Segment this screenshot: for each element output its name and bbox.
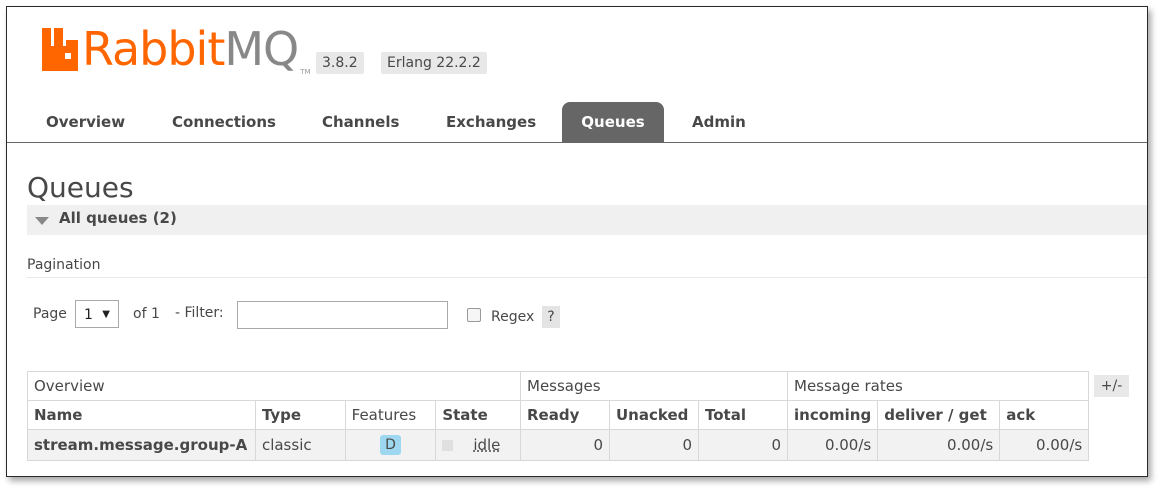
rabbitmq-version-badge: 3.8.2	[316, 52, 364, 74]
main-nav: Overview Connections Channels Exchanges …	[7, 102, 1147, 143]
page-title: Queues	[27, 171, 134, 204]
page-select[interactable]: 1 ▼	[75, 300, 119, 328]
logo-word-mq: MQ	[224, 22, 299, 76]
col-unacked[interactable]: Unacked	[609, 400, 699, 430]
logo-word-rabbit: Rabbit	[82, 22, 225, 76]
tab-exchanges[interactable]: Exchanges	[429, 102, 553, 142]
col-type[interactable]: Type	[254, 400, 346, 430]
browser-frame: RabbitMQ TM 3.8.2 Erlang 22.2.2 Overview…	[6, 6, 1148, 477]
queue-features: D	[344, 429, 437, 461]
col-features[interactable]: Features	[344, 400, 437, 430]
regex-label: Regex	[491, 309, 535, 325]
erlang-version-badge: Erlang 22.2.2	[381, 52, 487, 74]
queues-table: Overview Messages Message rates Name Typ…	[27, 371, 1090, 461]
state-label: idle	[473, 436, 501, 454]
rabbitmq-logo[interactable]: RabbitMQ TM	[40, 22, 311, 76]
queue-name-link[interactable]: stream.message.group-A	[27, 429, 256, 461]
regex-help-button[interactable]: ?	[542, 306, 560, 328]
state-indicator-icon	[442, 440, 454, 451]
pagination-divider	[27, 277, 1147, 278]
messages-unacked: 0	[609, 429, 699, 461]
col-state[interactable]: State	[435, 400, 521, 430]
messages-ready: 0	[520, 429, 610, 461]
page-label: Page	[33, 306, 67, 322]
col-name[interactable]: Name	[27, 400, 256, 430]
tab-connections[interactable]: Connections	[155, 102, 293, 142]
group-messages: Messages	[520, 371, 788, 401]
header: RabbitMQ TM 3.8.2 Erlang 22.2.2 Overview…	[7, 7, 1147, 143]
group-overview: Overview	[27, 371, 521, 401]
all-queues-section-toggle[interactable]: All queues (2)	[27, 205, 1147, 236]
queue-type: classic	[254, 429, 346, 461]
tab-queues[interactable]: Queues	[562, 102, 664, 142]
dropdown-arrow-icon: ▼	[102, 309, 110, 320]
pagination-label: Pagination	[27, 257, 101, 273]
col-deliver-get[interactable]: deliver / get	[877, 400, 1001, 430]
col-total[interactable]: Total	[698, 400, 788, 430]
page-select-value: 1	[84, 307, 93, 323]
tab-channels[interactable]: Channels	[305, 102, 416, 142]
all-queues-label: All queues (2)	[59, 209, 177, 227]
durable-feature-badge: D	[380, 435, 401, 455]
trademark-mark: TM	[300, 68, 311, 76]
group-message-rates: Message rates	[786, 371, 1090, 401]
page-count-label: of 1	[133, 306, 160, 322]
rabbit-logo-icon	[40, 26, 80, 73]
table-column-header-row: Name Type Features State Ready Unacked T…	[27, 400, 1090, 430]
rate-incoming: 0.00/s	[786, 429, 879, 461]
col-ready[interactable]: Ready	[520, 400, 610, 430]
filter-input[interactable]	[237, 301, 448, 329]
logo-wordmark: RabbitMQ	[82, 22, 299, 76]
col-incoming[interactable]: incoming	[786, 400, 879, 430]
table-group-header-row: Overview Messages Message rates	[27, 371, 1090, 401]
filter-label: - Filter:	[175, 305, 224, 321]
toggle-columns-button[interactable]: +/-	[1094, 375, 1129, 397]
queue-state: idle	[435, 429, 521, 461]
regex-checkbox[interactable]	[467, 308, 481, 322]
collapse-triangle-icon	[35, 217, 49, 225]
rate-deliver-get: 0.00/s	[877, 429, 1001, 461]
messages-total: 0	[698, 429, 788, 461]
tab-admin[interactable]: Admin	[675, 102, 763, 142]
tab-overview[interactable]: Overview	[29, 102, 142, 142]
col-ack[interactable]: ack	[999, 400, 1090, 430]
rate-ack: 0.00/s	[999, 429, 1090, 461]
table-row[interactable]: stream.message.group-A classic D idle 0 …	[27, 429, 1090, 461]
